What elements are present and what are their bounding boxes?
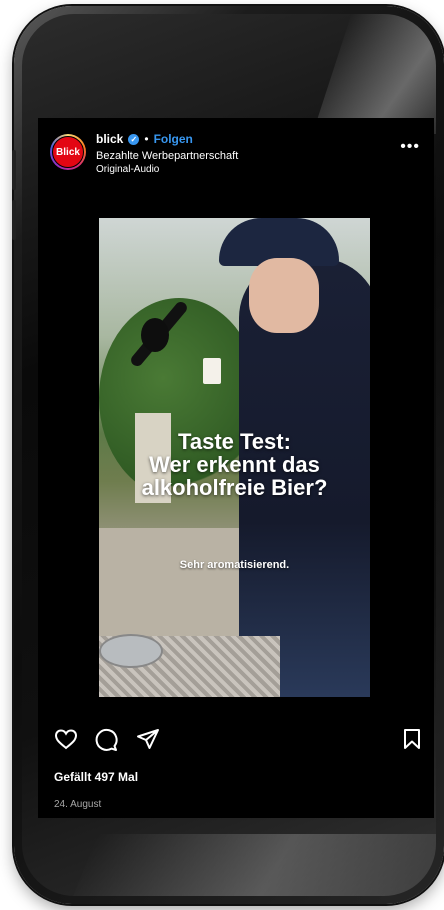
share-icon[interactable] [136,728,160,750]
screen-glare [312,14,436,134]
instagram-post-screen: Blick blick ✓ • Folgen Bezahlte Werbepar… [38,118,434,818]
avatar[interactable]: Blick [50,134,86,170]
video-subtitle: Sehr aromatisierend. [179,559,290,571]
plate [99,634,163,668]
post-date: 24. August [54,799,102,810]
audio-label[interactable]: Original-Audio [96,164,238,175]
volume-down-button [12,200,16,240]
video-player[interactable]: Taste Test: Wer erkennt das alkoholfreie… [99,218,370,697]
blick-logo: Blick [52,136,84,168]
comment-icon[interactable] [94,728,118,752]
likes-count[interactable]: Gefällt 497 Mal [54,770,138,784]
sample-cup [203,358,221,384]
video-title-line-3: alkoholfreie Bier? [141,475,328,500]
follow-button[interactable]: Folgen [154,132,193,146]
header-title-row: blick ✓ • Folgen [96,132,238,146]
video-title-line-2: Wer erkennt das [149,452,320,477]
separator-dot: • [144,132,149,146]
bookmark-icon[interactable] [402,728,422,750]
person-face [249,258,319,333]
header-info: blick ✓ • Folgen Bezahlte Werbepartnersc… [96,132,238,175]
heart-icon[interactable] [54,728,78,750]
video-title-line-1: Taste Test: [178,429,291,454]
screen-glare-bottom [65,834,436,896]
verified-icon: ✓ [128,133,140,145]
action-bar [54,728,422,752]
volume-up-button [12,150,16,190]
more-options-icon[interactable]: ••• [400,138,420,156]
video-title: Taste Test: Wer erkennt das alkoholfreie… [99,430,370,499]
microphone-icon [141,318,169,352]
sponsored-label[interactable]: Bezahlte Werbepartnerschaft [96,150,238,162]
username[interactable]: blick [96,132,123,146]
post-header: Blick blick ✓ • Folgen Bezahlte Werbepar… [50,132,422,180]
